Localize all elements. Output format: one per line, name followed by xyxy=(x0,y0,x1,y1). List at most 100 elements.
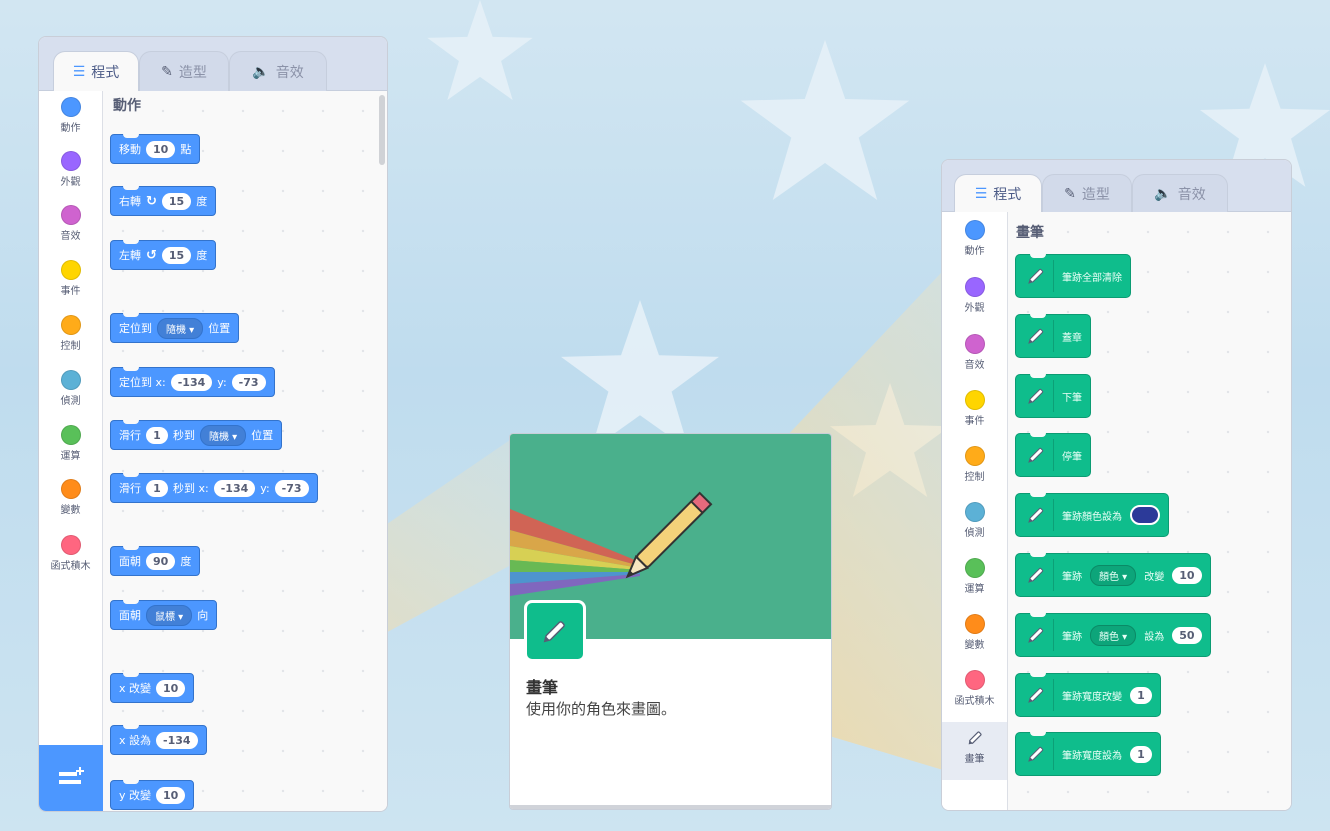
block-label: y 改變 xyxy=(119,789,152,802)
tab-sounds-label: 音效 xyxy=(1177,186,1206,203)
block-label: 筆跡 xyxy=(1062,631,1082,643)
block-pen-down[interactable]: 下筆 xyxy=(1015,374,1091,418)
category-operators[interactable]: 運算 xyxy=(942,558,1007,608)
brush-icon: ✎ xyxy=(1064,185,1076,202)
seconds-input[interactable]: 1 xyxy=(146,479,168,497)
block-goto-xy[interactable]: 定位到 x: -134 y: -73 xyxy=(110,367,275,397)
pen-param-dropdown[interactable]: 顏色 ▾ xyxy=(1090,624,1137,646)
category-events[interactable]: 事件 xyxy=(39,260,102,310)
category-looks[interactable]: 外觀 xyxy=(942,277,1007,327)
tab-costumes[interactable]: ✎ 造型 xyxy=(139,51,229,91)
direction-input[interactable]: 90 xyxy=(146,552,176,570)
block-set-pen-color[interactable]: 筆跡顏色設為 xyxy=(1015,493,1169,537)
block-set-x[interactable]: x 設為 -134 xyxy=(110,725,207,755)
pen-param-dropdown[interactable]: 顏色 ▾ xyxy=(1090,564,1137,586)
seconds-input[interactable]: 1 xyxy=(146,426,168,444)
goto-target-dropdown[interactable]: 隨機 ▾ xyxy=(157,317,204,339)
block-point-towards[interactable]: 面朝 鼠標 ▾ 向 xyxy=(110,600,218,630)
degrees-input[interactable]: 15 xyxy=(161,192,192,210)
pen-extension-card[interactable]: 畫筆 使用你的角色來畫圖。 xyxy=(509,433,832,810)
block-label: 度 xyxy=(196,249,208,262)
block-point-direction[interactable]: 面朝 90 度 xyxy=(110,546,201,576)
category-sensing[interactable]: 偵測 xyxy=(39,370,102,420)
change-amount-input[interactable]: 10 xyxy=(1172,566,1202,584)
x-input[interactable]: -134 xyxy=(170,373,213,391)
block-pen-up[interactable]: 停筆 xyxy=(1015,433,1091,477)
sound-dot-icon xyxy=(964,334,985,354)
category-motion[interactable]: 動作 xyxy=(942,220,1007,270)
block-glide-random[interactable]: 滑行 1 秒到 隨機 ▾ 位置 xyxy=(110,420,283,450)
block-change-pen-size[interactable]: 筆跡寬度改變 1 xyxy=(1015,673,1161,717)
add-extension-button[interactable] xyxy=(39,745,105,811)
set-x-input[interactable]: -134 xyxy=(156,731,198,749)
size-change-input[interactable]: 1 xyxy=(1130,686,1152,704)
tab-bar: ☰ 程式 ✎ 造型 🔈 音效 xyxy=(39,37,387,91)
pen-icon xyxy=(1022,679,1054,711)
block-set-pen-param[interactable]: 筆跡 顏色 ▾ 設為 50 xyxy=(1015,613,1211,657)
y-input[interactable]: -73 xyxy=(231,373,266,391)
steps-input[interactable]: 10 xyxy=(146,140,176,158)
block-label: 滑行 xyxy=(119,482,141,495)
category-variables[interactable]: 變數 xyxy=(942,614,1007,664)
tab-sounds[interactable]: 🔈 音效 xyxy=(1132,174,1228,212)
tab-sounds[interactable]: 🔈 音效 xyxy=(229,51,327,91)
x-input[interactable]: -134 xyxy=(213,479,256,497)
block-label: 秒到 xyxy=(173,429,195,442)
category-sound[interactable]: 音效 xyxy=(39,205,102,255)
block-set-pen-size[interactable]: 筆跡寬度設為 1 xyxy=(1015,732,1161,776)
sound-dot-icon xyxy=(60,205,81,225)
extension-title: 畫筆 xyxy=(526,678,559,697)
rotate-clockwise-icon: ↻ xyxy=(146,193,157,209)
tab-code[interactable]: ☰ 程式 xyxy=(53,51,139,91)
motion-dot-icon xyxy=(964,220,985,240)
block-goto-random[interactable]: 定位到 隨機 ▾ 位置 xyxy=(110,313,240,343)
y-input[interactable]: -73 xyxy=(274,479,309,497)
pen-icon xyxy=(1022,380,1054,412)
block-erase-all[interactable]: 筆跡全部清除 xyxy=(1015,254,1131,298)
change-x-input[interactable]: 10 xyxy=(156,679,186,697)
palette-scrollbar[interactable] xyxy=(379,95,385,165)
pen-extension-icon xyxy=(524,600,586,662)
category-control[interactable]: 控制 xyxy=(39,315,102,365)
category-pen[interactable]: 畫筆 xyxy=(942,722,1007,780)
category-sensing[interactable]: 偵測 xyxy=(942,502,1007,552)
set-value-input[interactable]: 50 xyxy=(1172,626,1202,644)
events-dot-icon xyxy=(964,390,985,410)
block-stamp[interactable]: 蓋章 xyxy=(1015,314,1091,358)
degrees-input[interactable]: 15 xyxy=(161,246,192,264)
motion-dot-icon xyxy=(60,97,81,117)
category-my-blocks[interactable]: 函式積木 xyxy=(39,535,102,585)
block-label: 移動 xyxy=(119,143,141,156)
control-dot-icon xyxy=(60,315,81,335)
glide-target-dropdown[interactable]: 隨機 ▾ xyxy=(200,424,247,446)
block-change-y[interactable]: y 改變 10 xyxy=(110,780,195,810)
block-label: 下筆 xyxy=(1062,392,1082,404)
background-star xyxy=(561,300,719,450)
tab-costumes[interactable]: ✎ 造型 xyxy=(1042,174,1132,212)
category-control[interactable]: 控制 xyxy=(942,446,1007,496)
block-label: 度 xyxy=(180,555,192,568)
block-glide-xy[interactable]: 滑行 1 秒到 x: -134 y: -73 xyxy=(110,473,318,503)
tab-code[interactable]: ☰ 程式 xyxy=(954,174,1042,212)
block-turn-right[interactable]: 右轉 ↻ 15 度 xyxy=(110,186,217,216)
change-y-input[interactable]: 10 xyxy=(156,786,186,804)
block-change-pen-param[interactable]: 筆跡 顏色 ▾ 改變 10 xyxy=(1015,553,1211,597)
category-sound[interactable]: 音效 xyxy=(942,334,1007,384)
category-operators[interactable]: 運算 xyxy=(39,425,102,475)
block-label: y: xyxy=(260,481,270,495)
category-looks[interactable]: 外觀 xyxy=(39,151,102,201)
brush-icon: ✎ xyxy=(161,63,173,80)
block-change-x[interactable]: x 改變 10 xyxy=(110,673,195,703)
category-motion[interactable]: 動作 xyxy=(39,97,102,147)
block-move-steps[interactable]: 移動 10 點 xyxy=(110,134,201,164)
pen-color-picker[interactable] xyxy=(1130,505,1160,525)
category-events[interactable]: 事件 xyxy=(942,390,1007,440)
category-my-blocks[interactable]: 函式積木 xyxy=(942,670,1007,720)
towards-dropdown[interactable]: 鼠標 ▾ xyxy=(146,604,193,626)
block-turn-left[interactable]: 左轉 ↺ 15 度 xyxy=(110,240,217,270)
category-variables[interactable]: 變數 xyxy=(39,479,102,529)
block-label: 向 xyxy=(197,609,209,622)
pen-icon xyxy=(1022,619,1054,651)
size-set-input[interactable]: 1 xyxy=(1130,745,1152,763)
block-label: 改變 xyxy=(1144,571,1165,583)
